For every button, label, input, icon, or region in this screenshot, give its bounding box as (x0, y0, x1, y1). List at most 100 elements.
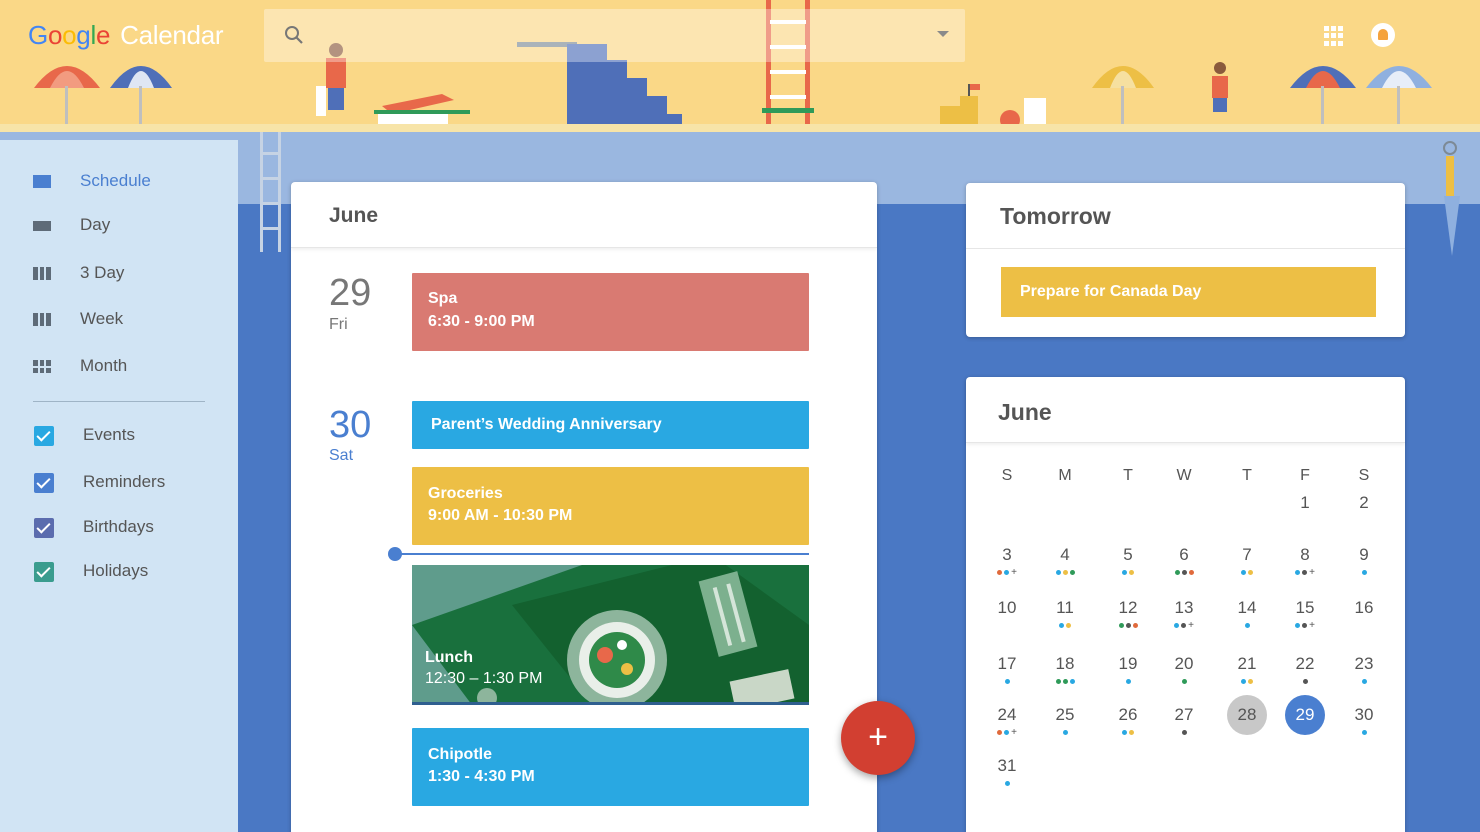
event-dot (1181, 570, 1187, 575)
mini-month-day[interactable]: 16 (1344, 588, 1384, 628)
tomorrow-title: Tomorrow (1000, 203, 1111, 229)
sidebar-item-week[interactable]: Week (0, 299, 238, 339)
mini-month-day[interactable]: 14 (1227, 588, 1267, 628)
event-dot (1302, 623, 1308, 628)
checkbox-checked-icon[interactable] (34, 518, 54, 538)
mini-month-day[interactable]: 12 (1108, 588, 1148, 628)
event-dot (997, 570, 1003, 575)
sidebar-item-schedule[interactable]: Schedule (0, 161, 238, 201)
sidebar-item-3-day[interactable]: 3 Day (0, 253, 238, 293)
day-number[interactable]: 29 (329, 272, 371, 315)
beach-umbrella-illustration (34, 66, 100, 130)
event-dots (1164, 679, 1204, 685)
event-dot (1004, 679, 1010, 684)
search-bar[interactable] (264, 9, 965, 62)
mini-month-day[interactable]: 2 (1344, 483, 1384, 523)
event-dot (1125, 679, 1131, 684)
mini-month-day[interactable]: 15 (1285, 588, 1325, 628)
sidebar-item-label: Week (80, 309, 124, 328)
calendar-toggle-label: Reminders (83, 472, 166, 491)
mini-month-day[interactable]: 6 (1164, 535, 1204, 575)
event-dot (1241, 570, 1246, 575)
calendar-toggle-events[interactable]: Events (0, 415, 238, 455)
mini-month-day[interactable]: 5 (1108, 535, 1148, 575)
event-dot (1055, 570, 1061, 575)
create-event-button[interactable]: + (841, 701, 915, 775)
more-events-icon: + (1309, 620, 1315, 631)
mini-month-day[interactable]: 21 (1227, 644, 1267, 684)
event-dot (1361, 730, 1367, 735)
mini-month-day[interactable]: 8 (1285, 535, 1325, 575)
event-dots (1344, 730, 1384, 736)
notifications-bell-icon[interactable] (1371, 23, 1395, 47)
event-lunch[interactable]: Lunch 12:30 – 1:30 PM (412, 565, 809, 705)
event-groceries[interactable]: Groceries 9:00 AM - 10:30 PM (412, 467, 809, 545)
mini-month-day[interactable]: 31 (987, 746, 1027, 786)
event-dots (1045, 623, 1085, 629)
calendar-toggle-birthdays[interactable]: Birthdays (0, 507, 238, 547)
week-icon (33, 313, 52, 326)
mini-month-day[interactable]: 4 (1045, 535, 1085, 575)
day-icon (33, 221, 51, 231)
mini-month-day[interactable]: 26 (1108, 695, 1148, 735)
calendar-toggle-holidays[interactable]: Holidays (0, 551, 238, 591)
calendar-toggle-reminders[interactable]: Reminders (0, 462, 238, 502)
app-product-name: Calendar (120, 20, 224, 50)
event-dot (1062, 730, 1068, 735)
mini-month-day[interactable]: 11 (1045, 588, 1085, 628)
event-dots (1164, 730, 1204, 736)
checkbox-checked-icon[interactable] (34, 426, 54, 446)
mini-month-header: June (966, 377, 1405, 443)
event-dot (1244, 623, 1250, 628)
mini-month-day[interactable]: 19 (1108, 644, 1148, 684)
mini-month-day[interactable]: 3 (987, 535, 1027, 575)
mini-month-day[interactable]: 28 (1227, 695, 1267, 735)
event-prepare-for-canada-day[interactable]: Prepare for Canada Day (1001, 267, 1376, 317)
month-icon (33, 360, 51, 373)
mini-month-day[interactable]: 22 (1285, 644, 1325, 684)
mini-month-day[interactable]: 20 (1164, 644, 1204, 684)
weekday-header: W (1176, 467, 1192, 484)
calendar-toggle-label: Events (83, 425, 135, 444)
mini-month-day[interactable]: 30 (1344, 695, 1384, 735)
mini-month-day[interactable]: 9 (1344, 535, 1384, 575)
three-day-icon (33, 267, 52, 280)
mini-month-title: June (998, 399, 1052, 425)
checkbox-checked-icon[interactable] (34, 473, 54, 493)
event-dots (1045, 679, 1085, 685)
mini-month-day[interactable]: 29 (1285, 695, 1325, 735)
mini-month-day[interactable]: 7 (1227, 535, 1267, 575)
caret-down-icon[interactable] (937, 31, 949, 37)
event-dot (1181, 730, 1187, 735)
search-icon[interactable] (282, 23, 306, 47)
mini-month-day[interactable]: 24 (987, 695, 1027, 735)
apps-grid-icon[interactable] (1324, 26, 1344, 46)
event-parents-wedding-anniversary[interactable]: Parent’s Wedding Anniversary (412, 401, 809, 449)
event-spa[interactable]: Spa 6:30 - 9:00 PM (412, 273, 809, 351)
event-chipotle[interactable]: Chipotle 1:30 - 4:30 PM (412, 728, 809, 806)
event-dot (1295, 570, 1301, 575)
event-dot (1062, 679, 1068, 684)
header-banner: Google Calendar (0, 0, 1480, 132)
mini-month-day[interactable]: 17 (987, 644, 1027, 684)
sidebar-item-day[interactable]: Day (0, 205, 238, 245)
sidebar-item-month[interactable]: Month (0, 346, 238, 386)
mini-month-day[interactable]: 25 (1045, 695, 1085, 735)
mini-month-day[interactable]: 1 (1285, 483, 1325, 523)
event-underline (412, 702, 809, 705)
event-dots (1045, 570, 1085, 576)
mini-month-day[interactable]: 13 (1164, 588, 1204, 628)
mini-month-day[interactable]: 18 (1045, 644, 1085, 684)
event-dot (1181, 623, 1187, 628)
app-logo[interactable]: Google Calendar (28, 20, 224, 51)
day-number-today[interactable]: 30 (329, 404, 371, 447)
event-dots: + (1285, 620, 1325, 631)
mini-month-day[interactable]: 23 (1344, 644, 1384, 684)
mini-month-day[interactable]: 27 (1164, 695, 1204, 735)
event-dots (987, 679, 1027, 685)
plus-icon: + (868, 718, 888, 756)
checkbox-checked-icon[interactable] (34, 562, 54, 582)
weekday-header: M (1058, 467, 1072, 484)
event-dots (1108, 679, 1148, 685)
mini-month-day[interactable]: 10 (987, 588, 1027, 628)
